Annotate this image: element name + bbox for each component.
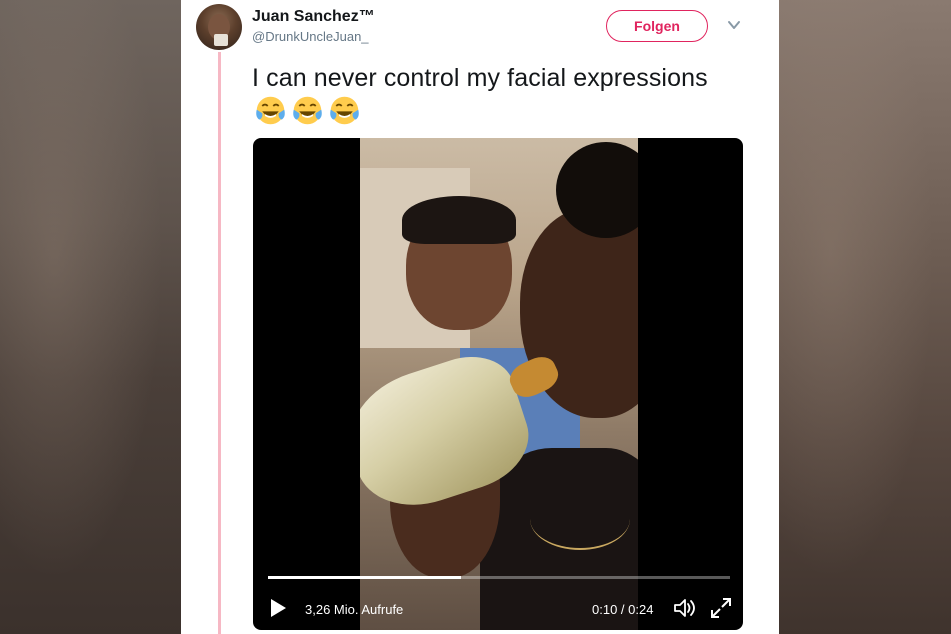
video-player[interactable] <box>253 138 743 630</box>
video-time: 0:10 / 0:24 <box>592 602 654 617</box>
follow-button[interactable]: Folgen <box>606 10 708 42</box>
video-necklace <box>530 488 630 550</box>
chevron-down-icon[interactable] <box>727 18 741 32</box>
tears-of-joy-emoji-icon <box>256 96 285 125</box>
fullscreen-icon[interactable] <box>710 597 732 619</box>
avatar-cup <box>214 34 228 46</box>
view-count: 3,26 Mio. Aufrufe <box>305 602 404 617</box>
video-man-hair <box>402 196 516 244</box>
volume-icon[interactable] <box>673 597 697 619</box>
thread-line <box>218 52 221 634</box>
tweet-text: I can never control my facial expression… <box>252 64 708 92</box>
tears-of-joy-emoji-icon <box>330 96 359 125</box>
video-progress-fill <box>268 576 461 579</box>
background-blur-left <box>0 0 181 634</box>
author-handle[interactable]: @DrunkUncleJuan_ <box>252 29 369 44</box>
play-icon[interactable] <box>268 598 288 618</box>
background-blur-right <box>779 0 951 634</box>
video-frame <box>360 138 638 630</box>
avatar[interactable] <box>196 4 242 50</box>
tears-of-joy-emoji-icon <box>293 96 322 125</box>
video-progress-bar[interactable] <box>268 576 730 579</box>
author-name[interactable]: Juan Sanchez™ <box>252 8 375 26</box>
emoji-row <box>254 94 361 127</box>
